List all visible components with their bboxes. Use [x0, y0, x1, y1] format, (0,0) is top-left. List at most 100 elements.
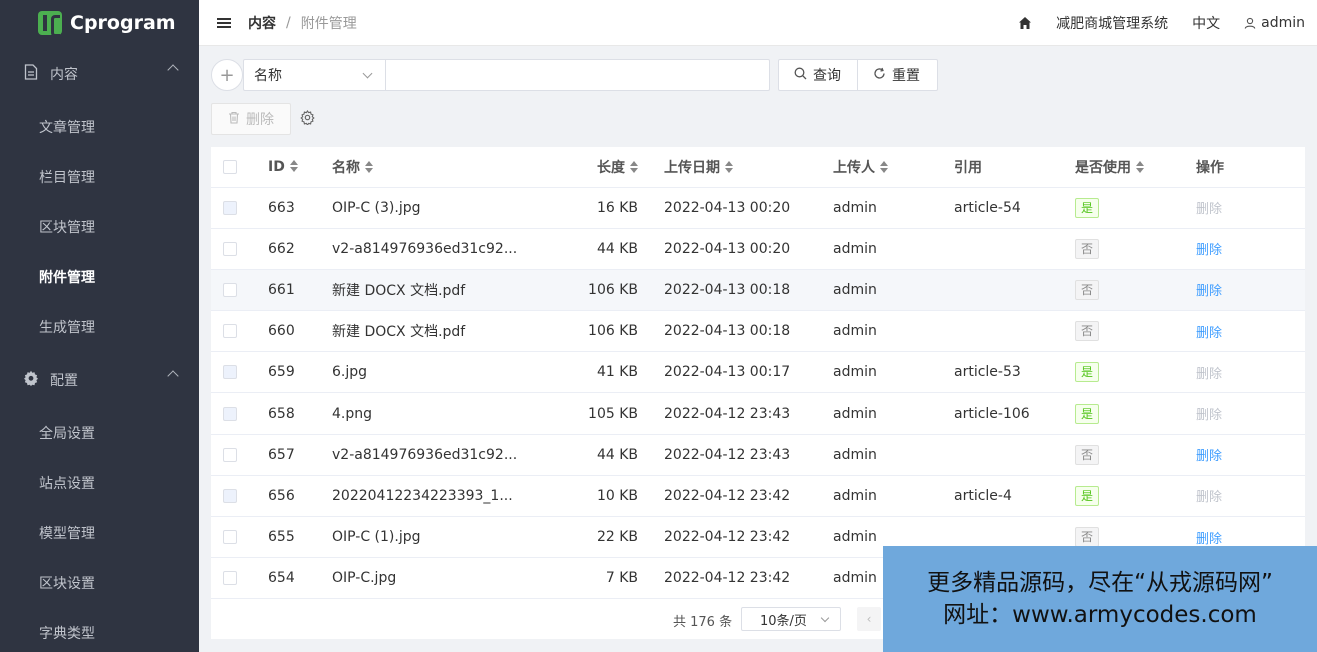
row-checkbox[interactable]	[223, 282, 237, 297]
cell-id: 654	[268, 557, 332, 600]
cell-name: OIP-C (3).jpg	[332, 187, 561, 229]
column-header-uploader[interactable]: 上传人	[833, 147, 954, 188]
sidebar-group-config[interactable]: 配置	[0, 352, 199, 408]
column-header-id[interactable]: ID	[268, 147, 332, 188]
system-name[interactable]: 减肥商城管理系统	[1056, 13, 1168, 33]
table-row[interactable]: 659 6.jpg 41 KB 2022-04-13 00:17 admin articl…	[211, 351, 1305, 394]
search-field-label: 名称	[254, 68, 282, 84]
cell-uploader: admin	[833, 269, 954, 312]
delete-link[interactable]: 删除	[1196, 202, 1222, 217]
cell-name: OIP-C (1).jpg	[332, 516, 561, 559]
used-badge: 否	[1075, 238, 1100, 259]
cell-date: 2022-04-12 23:43	[652, 434, 833, 476]
delete-link[interactable]: 删除	[1196, 243, 1222, 258]
column-header-size[interactable]: 长度	[561, 147, 652, 188]
column-settings-icon[interactable]	[300, 109, 315, 129]
column-header-date[interactable]: 上传日期	[652, 147, 833, 188]
select-all-cell	[211, 147, 268, 188]
table-row[interactable]: 657 v2-a814976936ed31c92... 44 KB 2022-04-1…	[211, 434, 1305, 476]
row-checkbox[interactable]	[223, 365, 237, 380]
row-select-cell	[211, 516, 268, 559]
query-button[interactable]: 查询	[778, 59, 858, 91]
search-input[interactable]	[386, 59, 770, 91]
menu-toggle-icon[interactable]	[217, 17, 231, 28]
prev-page-button[interactable]: ‹	[857, 607, 881, 631]
language-switch[interactable]: 中文	[1192, 13, 1220, 33]
sidebar-item[interactable]: 全局设置	[0, 408, 199, 458]
sort-icon[interactable]	[1136, 160, 1144, 173]
search-field-select[interactable]: 名称	[243, 59, 386, 91]
row-checkbox[interactable]	[223, 241, 237, 256]
page-size-select[interactable]: 10条/页	[741, 607, 841, 631]
plus-icon: +	[219, 64, 235, 86]
delete-link[interactable]: 删除	[1196, 490, 1222, 505]
table-row[interactable]: 656 20220412234223393_1... 10 KB 2022-04-12…	[211, 475, 1305, 518]
add-filter-button[interactable]: +	[211, 59, 243, 91]
cell-name: 新建 DOCX 文档.pdf	[332, 269, 561, 312]
table-row[interactable]: 660 新建 DOCX 文档.pdf 106 KB 2022-04-13 00:18 a…	[211, 310, 1305, 353]
search-icon	[794, 67, 807, 84]
row-select-cell	[211, 475, 268, 518]
cell-uploader: admin	[833, 392, 954, 435]
sort-icon[interactable]	[630, 160, 638, 173]
table-row[interactable]: 663 OIP-C (3).jpg 16 KB 2022-04-13 00:20 adm…	[211, 187, 1305, 229]
sidebar-group-content[interactable]: 内容	[0, 46, 199, 102]
user-menu[interactable]: admin	[1244, 15, 1305, 31]
column-label: 长度	[597, 159, 625, 176]
sidebar-group-label: 配置	[50, 373, 78, 389]
cell-id: 661	[268, 269, 332, 312]
row-checkbox[interactable]	[223, 200, 237, 215]
user-name: admin	[1261, 15, 1305, 31]
table-row[interactable]: 658 4.png 105 KB 2022-04-12 23:43 admin artic…	[211, 392, 1305, 435]
delete-link[interactable]: 删除	[1196, 367, 1222, 382]
sort-icon[interactable]	[365, 160, 373, 173]
delete-link[interactable]: 删除	[1196, 449, 1222, 464]
cell-date: 2022-04-13 00:20	[652, 187, 833, 229]
sidebar-item[interactable]: 生成管理	[0, 302, 199, 352]
column-header-name[interactable]: 名称	[332, 147, 561, 188]
home-icon[interactable]	[1018, 16, 1032, 30]
sidebar-item[interactable]: 字典类型	[0, 608, 199, 652]
logo[interactable]: Cprogram	[0, 0, 199, 46]
table-row[interactable]: 662 v2-a814976936ed31c92... 44 KB 2022-04-1…	[211, 228, 1305, 270]
cell-actions: 删除	[1196, 310, 1305, 353]
row-checkbox[interactable]	[223, 488, 237, 503]
row-checkbox[interactable]	[223, 530, 237, 545]
delete-link[interactable]: 删除	[1196, 326, 1222, 341]
row-checkbox[interactable]	[223, 571, 237, 586]
sidebar-item[interactable]: 区块管理	[0, 202, 199, 252]
cell-uploader: admin	[833, 187, 954, 229]
column-label: 是否使用	[1075, 159, 1131, 176]
column-header-used[interactable]: 是否使用	[1075, 147, 1196, 188]
breadcrumb-content[interactable]: 内容	[248, 13, 276, 33]
table-row[interactable]: 661 新建 DOCX 文档.pdf 106 KB 2022-04-13 00:18 a…	[211, 269, 1305, 312]
sort-icon[interactable]	[725, 160, 733, 173]
toolbar: 删除	[211, 103, 315, 135]
select-all-checkbox[interactable]	[223, 159, 237, 174]
row-checkbox[interactable]	[223, 447, 237, 462]
delete-link[interactable]: 删除	[1196, 284, 1222, 299]
sidebar-item[interactable]: 区块设置	[0, 558, 199, 608]
reset-button[interactable]: 重置	[858, 59, 938, 91]
sort-icon[interactable]	[880, 160, 888, 173]
cell-uploader: admin	[833, 310, 954, 353]
cell-ref: article-54	[954, 187, 1075, 229]
sidebar-item[interactable]: 附件管理	[0, 252, 199, 302]
bulk-delete-button[interactable]: 删除	[211, 103, 291, 135]
sidebar-item[interactable]: 站点设置	[0, 458, 199, 508]
sidebar-item[interactable]: 模型管理	[0, 508, 199, 558]
sidebar-item[interactable]: 文章管理	[0, 102, 199, 152]
sort-icon[interactable]	[289, 159, 298, 172]
cell-date: 2022-04-13 00:20	[652, 228, 833, 270]
row-checkbox[interactable]	[223, 324, 237, 339]
cell-date: 2022-04-12 23:42	[652, 475, 833, 518]
breadcrumb-current: 附件管理	[300, 15, 357, 32]
delete-link[interactable]: 删除	[1196, 408, 1222, 423]
sidebar-item[interactable]: 栏目管理	[0, 152, 199, 202]
delete-link[interactable]: 删除	[1196, 532, 1222, 547]
document-icon	[22, 64, 40, 84]
used-badge: 是	[1075, 197, 1100, 218]
row-checkbox[interactable]	[223, 406, 237, 421]
cell-name: 4.png	[332, 392, 561, 435]
column-label: 引用	[954, 159, 982, 176]
